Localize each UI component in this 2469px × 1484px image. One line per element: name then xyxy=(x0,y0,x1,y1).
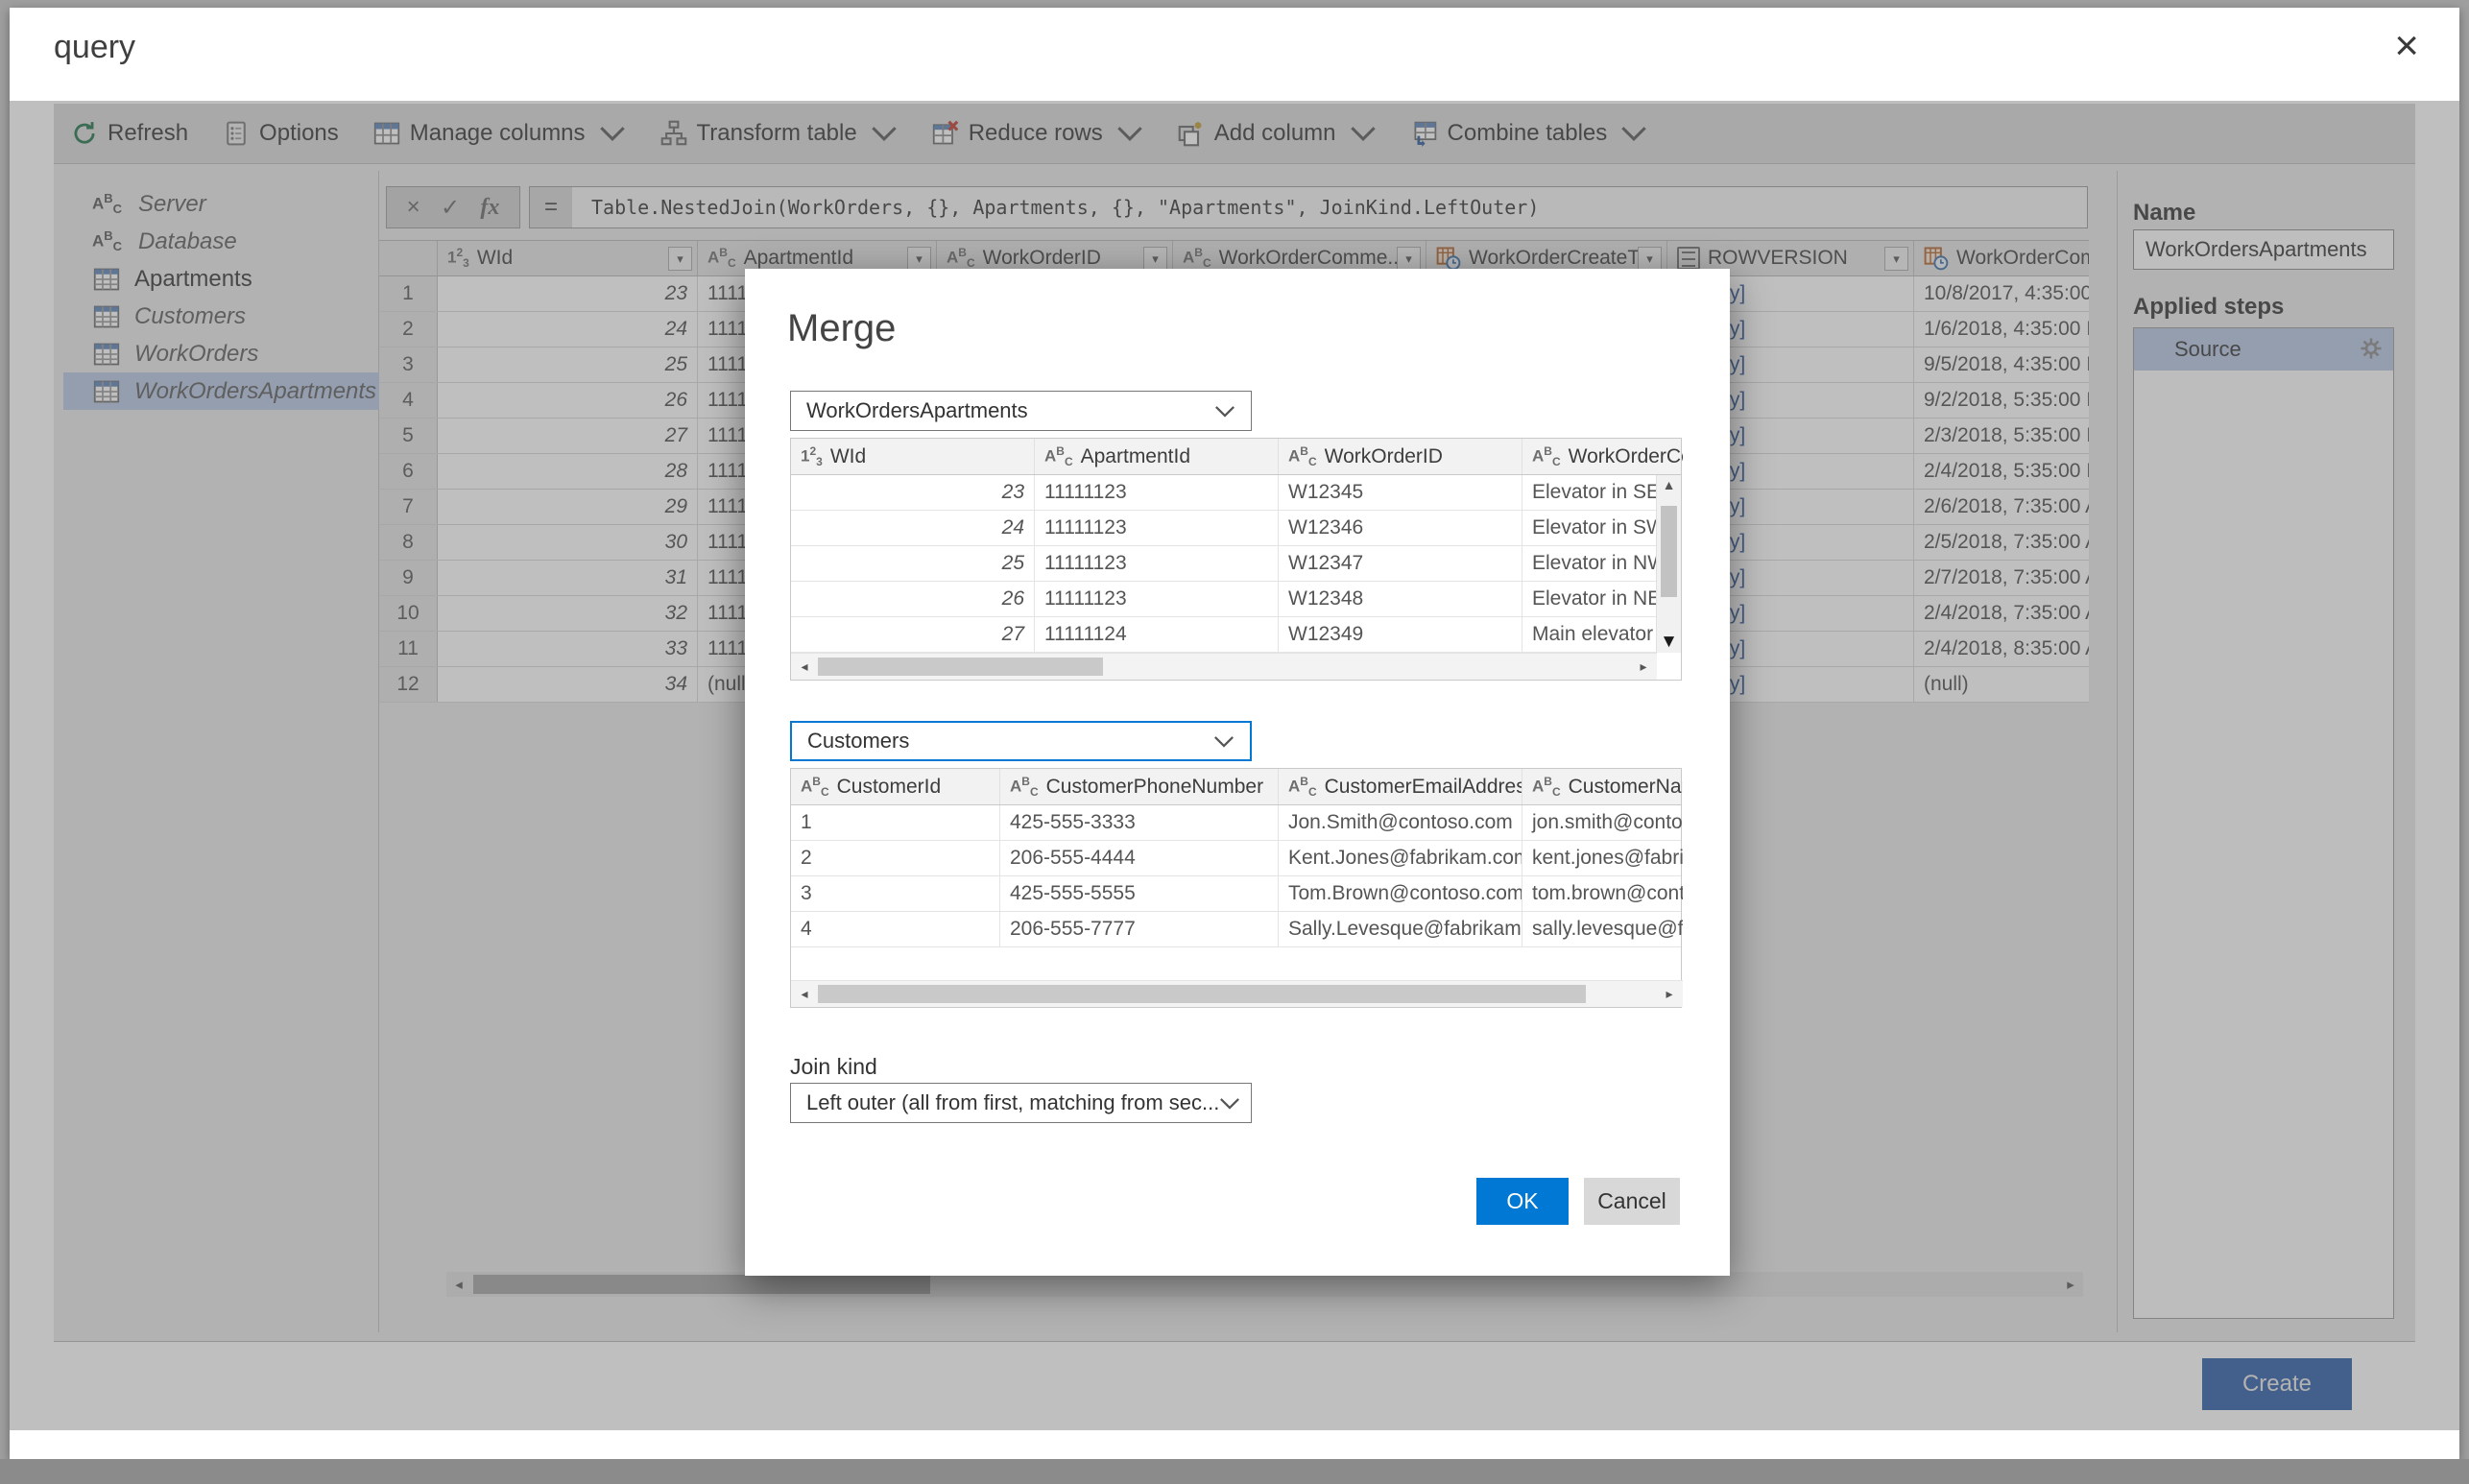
cell-wid: 27 xyxy=(791,617,1035,652)
column-header-workorderid: ABC WorkOrderID xyxy=(1279,439,1522,474)
chevron-down-icon xyxy=(1213,735,1234,748)
cell-apartmentid: 11111123 xyxy=(1035,582,1279,616)
cell-workordercomment: Elevator in SW xyxy=(1522,511,1656,545)
table-row[interactable]: 24 11111123 W12346 Elevator in SW xyxy=(791,511,1681,546)
close-icon[interactable]: × xyxy=(2394,25,2419,67)
table-row[interactable]: 27 11111124 W12349 Main elevator xyxy=(791,617,1681,653)
scrollbar-thumb[interactable] xyxy=(818,985,1586,1003)
merge-dialog: Merge WorkOrdersApartments 123 WId ABC A… xyxy=(745,269,1730,1276)
page: query × Refresh Options Manage columns T… xyxy=(0,0,2469,1484)
scroll-right-icon[interactable]: ▸ xyxy=(1630,658,1657,675)
horizontal-scrollbar[interactable]: ◂ ▸ xyxy=(791,653,1657,680)
query-editor-window: query × Refresh Options Manage columns T… xyxy=(10,8,2459,1459)
cell-wid: 25 xyxy=(791,546,1035,581)
text-type-icon: ABC xyxy=(1288,776,1317,798)
chevron-down-icon xyxy=(1219,1097,1240,1110)
table-row[interactable]: 1 425-555-3333 Jon.Smith@contoso.com jon… xyxy=(791,805,1681,841)
cell-workordercomment: Elevator in NE xyxy=(1522,582,1656,616)
number-type-icon: 123 xyxy=(801,445,823,467)
second-table-dropdown[interactable]: Customers xyxy=(790,721,1252,761)
cell-wid: 23 xyxy=(791,475,1035,510)
column-header-workordercomment: ABC WorkOrderCo xyxy=(1522,439,1683,474)
column-header-customername: ABC CustomerNam xyxy=(1522,769,1683,804)
vertical-scrollbar[interactable]: ▲ ▼ xyxy=(1656,475,1681,653)
cell-workorderid: W12349 xyxy=(1279,617,1522,652)
cell-workordercomment: Elevator in SE xyxy=(1522,475,1656,510)
cell-customername: kent.jones@fabrik xyxy=(1522,841,1683,875)
cell-workorderid: W12346 xyxy=(1279,511,1522,545)
dialog-title: Merge xyxy=(787,307,896,350)
join-kind-label: Join kind xyxy=(790,1054,877,1080)
scrollbar-thumb[interactable] xyxy=(818,658,1103,676)
cell-workordercomment: Elevator in NW xyxy=(1522,546,1656,581)
cell-customeremailaddress: Sally.Levesque@fabrikam.c... xyxy=(1279,912,1522,946)
table-row[interactable]: 2 206-555-4444 Kent.Jones@fabrikam.com k… xyxy=(791,841,1681,876)
cell-customerid: 4 xyxy=(791,912,1000,946)
cell-customername: tom.brown@cont xyxy=(1522,876,1683,911)
horizontal-scrollbar[interactable]: ◂ ▸ xyxy=(791,980,1683,1007)
ok-button[interactable]: OK xyxy=(1476,1178,1569,1225)
column-header-customeremailaddress: ABC CustomerEmailAddress xyxy=(1279,769,1522,804)
table-row[interactable]: 4 206-555-7777 Sally.Levesque@fabrikam.c… xyxy=(791,912,1681,947)
scrollbar-thumb[interactable] xyxy=(1661,506,1677,597)
text-type-icon: ABC xyxy=(1044,445,1073,467)
column-header-customerphonenumber: ABC CustomerPhoneNumber xyxy=(1000,769,1279,804)
text-type-icon: ABC xyxy=(1288,445,1317,467)
text-type-icon: ABC xyxy=(1010,776,1039,798)
scroll-right-icon[interactable]: ▸ xyxy=(1656,986,1683,1002)
cell-workorderid: W12348 xyxy=(1279,582,1522,616)
first-table-dropdown[interactable]: WorkOrdersApartments xyxy=(790,391,1252,431)
cell-workordercomment: Main elevator xyxy=(1522,617,1656,652)
rows: 1 425-555-3333 Jon.Smith@contoso.com jon… xyxy=(791,805,1681,947)
rows: 23 11111123 W12345 Elevator in SE 24 111… xyxy=(791,475,1681,653)
first-table-preview: 123 WId ABC ApartmentId ABC WorkOrderID … xyxy=(790,438,1682,681)
column-header-customerid: ABC CustomerId xyxy=(791,769,1000,804)
cell-customerid: 2 xyxy=(791,841,1000,875)
cell-customeremailaddress: Kent.Jones@fabrikam.com xyxy=(1279,841,1522,875)
table-header-row: ABC CustomerId ABC CustomerPhoneNumber A… xyxy=(791,769,1681,805)
scroll-left-icon[interactable]: ◂ xyxy=(791,986,818,1002)
cell-customerid: 3 xyxy=(791,876,1000,911)
second-table-preview: ABC CustomerId ABC CustomerPhoneNumber A… xyxy=(790,768,1682,1008)
title-bar: query × xyxy=(10,8,2459,101)
column-header-apartmentid: ABC ApartmentId xyxy=(1035,439,1279,474)
cancel-button[interactable]: Cancel xyxy=(1584,1178,1680,1225)
column-header-wid: 123 WId xyxy=(791,439,1035,474)
cell-customerphonenumber: 425-555-5555 xyxy=(1000,876,1279,911)
scrollbar-track[interactable] xyxy=(818,654,1630,680)
cell-customerphonenumber: 425-555-3333 xyxy=(1000,805,1279,840)
chevron-down-icon xyxy=(1214,405,1235,418)
cell-customerid: 1 xyxy=(791,805,1000,840)
cell-wid: 24 xyxy=(791,511,1035,545)
cell-customeremailaddress: Jon.Smith@contoso.com xyxy=(1279,805,1522,840)
scrollbar-track[interactable] xyxy=(818,981,1656,1007)
cell-customername: jon.smith@contos xyxy=(1522,805,1683,840)
cell-customerphonenumber: 206-555-7777 xyxy=(1000,912,1279,946)
cell-apartmentid: 11111123 xyxy=(1035,546,1279,581)
scroll-left-icon[interactable]: ◂ xyxy=(791,658,818,675)
scroll-up-icon[interactable]: ▲ xyxy=(1657,477,1681,492)
cell-workorderid: W12347 xyxy=(1279,546,1522,581)
table-rows: 23 11111123 W12345 Elevator in SE 24 111… xyxy=(791,475,1681,653)
window-title: query xyxy=(54,29,135,66)
cell-apartmentid: 11111123 xyxy=(1035,475,1279,510)
cell-apartmentid: 11111123 xyxy=(1035,511,1279,545)
cell-customerphonenumber: 206-555-4444 xyxy=(1000,841,1279,875)
empty-rows-area xyxy=(791,947,1681,980)
table-row[interactable]: 26 11111123 W12348 Elevator in NE xyxy=(791,582,1681,617)
scroll-down-icon[interactable]: ▼ xyxy=(1657,632,1681,653)
table-row[interactable]: 23 11111123 W12345 Elevator in SE xyxy=(791,475,1681,511)
table-header-row: 123 WId ABC ApartmentId ABC WorkOrderID … xyxy=(791,439,1681,475)
text-type-icon: ABC xyxy=(1532,445,1561,467)
cell-customername: sally.levesque@fa xyxy=(1522,912,1683,946)
cell-apartmentid: 11111124 xyxy=(1035,617,1279,652)
text-type-icon: ABC xyxy=(1532,776,1561,798)
cell-workorderid: W12345 xyxy=(1279,475,1522,510)
join-kind-dropdown[interactable]: Left outer (all from first, matching fro… xyxy=(790,1083,1252,1123)
cell-customeremailaddress: Tom.Brown@contoso.com xyxy=(1279,876,1522,911)
table-row[interactable]: 25 11111123 W12347 Elevator in NW xyxy=(791,546,1681,582)
text-type-icon: ABC xyxy=(801,776,829,798)
cell-wid: 26 xyxy=(791,582,1035,616)
table-row[interactable]: 3 425-555-5555 Tom.Brown@contoso.com tom… xyxy=(791,876,1681,912)
